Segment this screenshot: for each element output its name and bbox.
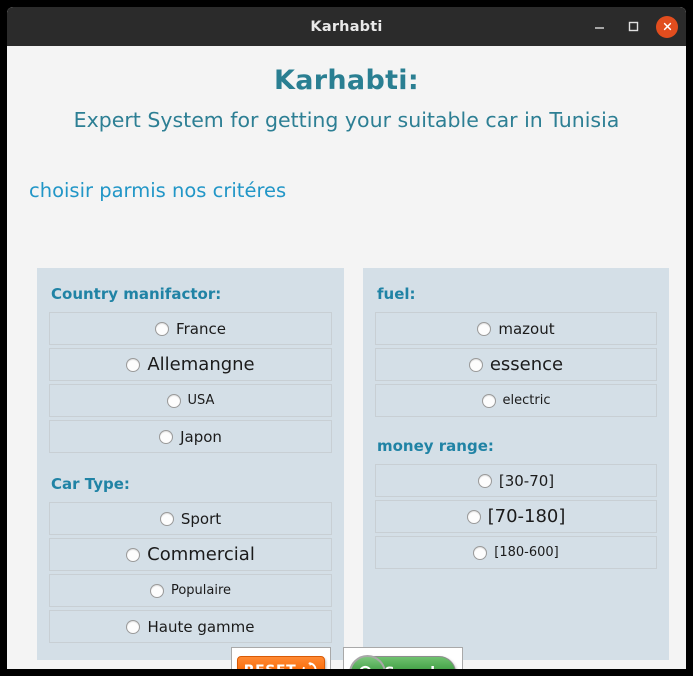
option-row[interactable]: Japon xyxy=(49,420,332,453)
page-title: Karhabti: xyxy=(274,65,419,96)
option-group-fuel: mazout essence electric xyxy=(373,312,659,417)
search-button-frame: Search xyxy=(342,647,463,669)
radio-icon[interactable] xyxy=(466,509,481,524)
radio-icon[interactable] xyxy=(155,321,170,336)
option-row[interactable]: [30-70] xyxy=(375,464,657,497)
search-button-label: Search xyxy=(385,665,441,669)
radio-icon[interactable] xyxy=(126,619,141,634)
option-row[interactable]: mazout xyxy=(375,312,657,345)
option-group-country: France Allemangne USA Japon xyxy=(47,312,334,453)
panel-right: fuel: mazout essence electric money rang… xyxy=(363,268,669,660)
criteria-panels: Country manifactor: France Allemangne US… xyxy=(37,268,669,660)
option-row[interactable]: Sport xyxy=(49,502,332,535)
option-row[interactable]: USA xyxy=(49,384,332,417)
option-row[interactable]: Populaire xyxy=(49,574,332,607)
option-label: [180-600] xyxy=(494,545,559,560)
group-title-fuel: fuel: xyxy=(377,285,416,303)
option-row[interactable]: essence xyxy=(375,348,657,381)
maximize-icon[interactable] xyxy=(622,16,644,38)
group-title-money-range: money range: xyxy=(377,437,494,455)
option-label: essence xyxy=(489,354,564,375)
option-label: Populaire xyxy=(170,583,232,598)
radio-icon[interactable] xyxy=(468,357,483,372)
radio-icon[interactable] xyxy=(149,583,164,598)
page-subtitle: Expert System for getting your suitable … xyxy=(73,108,620,132)
option-row[interactable]: [180-600] xyxy=(375,536,657,569)
option-row[interactable]: France xyxy=(49,312,332,345)
radio-icon[interactable] xyxy=(126,547,141,562)
option-label: Japon xyxy=(180,427,222,446)
criteria-heading: choisir parmis nos critéres xyxy=(29,179,287,202)
radio-icon[interactable] xyxy=(159,429,174,444)
radio-icon[interactable] xyxy=(477,473,492,488)
option-label: Allemangne xyxy=(147,354,255,375)
option-label: Commercial xyxy=(147,544,255,565)
title-bar: Karhabti xyxy=(7,7,686,46)
option-row[interactable]: Allemangne xyxy=(49,348,332,381)
group-title-country: Country manifactor: xyxy=(51,285,222,303)
option-label: electric xyxy=(502,393,551,408)
radio-icon[interactable] xyxy=(126,357,141,372)
option-label: Haute gamme xyxy=(147,617,255,636)
radio-icon[interactable] xyxy=(473,545,488,560)
option-row[interactable]: electric xyxy=(375,384,657,417)
option-group-car-type: Sport Commercial Populaire Haute gamme xyxy=(47,502,334,643)
window-title: Karhabti xyxy=(310,18,383,35)
option-label: [30-70] xyxy=(498,471,555,490)
group-title-car-type: Car Type: xyxy=(51,475,130,493)
radio-icon[interactable] xyxy=(477,321,492,336)
option-row[interactable]: [70-180] xyxy=(375,500,657,533)
option-label: mazout xyxy=(498,319,555,338)
footer-actions: RESET xyxy=(7,647,686,669)
reset-button-frame: RESET xyxy=(230,647,331,669)
minimize-icon[interactable] xyxy=(588,16,610,38)
option-row[interactable]: Haute gamme xyxy=(49,610,332,643)
refresh-icon xyxy=(302,661,317,669)
reset-button[interactable]: RESET xyxy=(236,655,325,669)
close-icon[interactable] xyxy=(656,15,678,38)
option-label: France xyxy=(176,319,226,338)
page-content: Karhabti: Expert System for getting your… xyxy=(7,46,686,669)
application-window: Karhabti Karhabti: Expert System for get… xyxy=(7,7,686,669)
window-controls xyxy=(588,7,678,46)
radio-icon[interactable] xyxy=(481,393,496,408)
search-button[interactable]: Search xyxy=(348,655,456,669)
option-label: USA xyxy=(187,393,215,408)
radio-icon[interactable] xyxy=(159,511,174,526)
option-group-money-range: [30-70] [70-180] [180-600] xyxy=(373,464,659,569)
option-label: Sport xyxy=(180,509,222,528)
option-row[interactable]: Commercial xyxy=(49,538,332,571)
radio-icon[interactable] xyxy=(166,393,181,408)
option-label: [70-180] xyxy=(487,506,566,527)
reset-button-label: RESET xyxy=(244,663,297,669)
magnifier-icon xyxy=(348,655,386,669)
panel-left: Country manifactor: France Allemangne US… xyxy=(37,268,344,660)
